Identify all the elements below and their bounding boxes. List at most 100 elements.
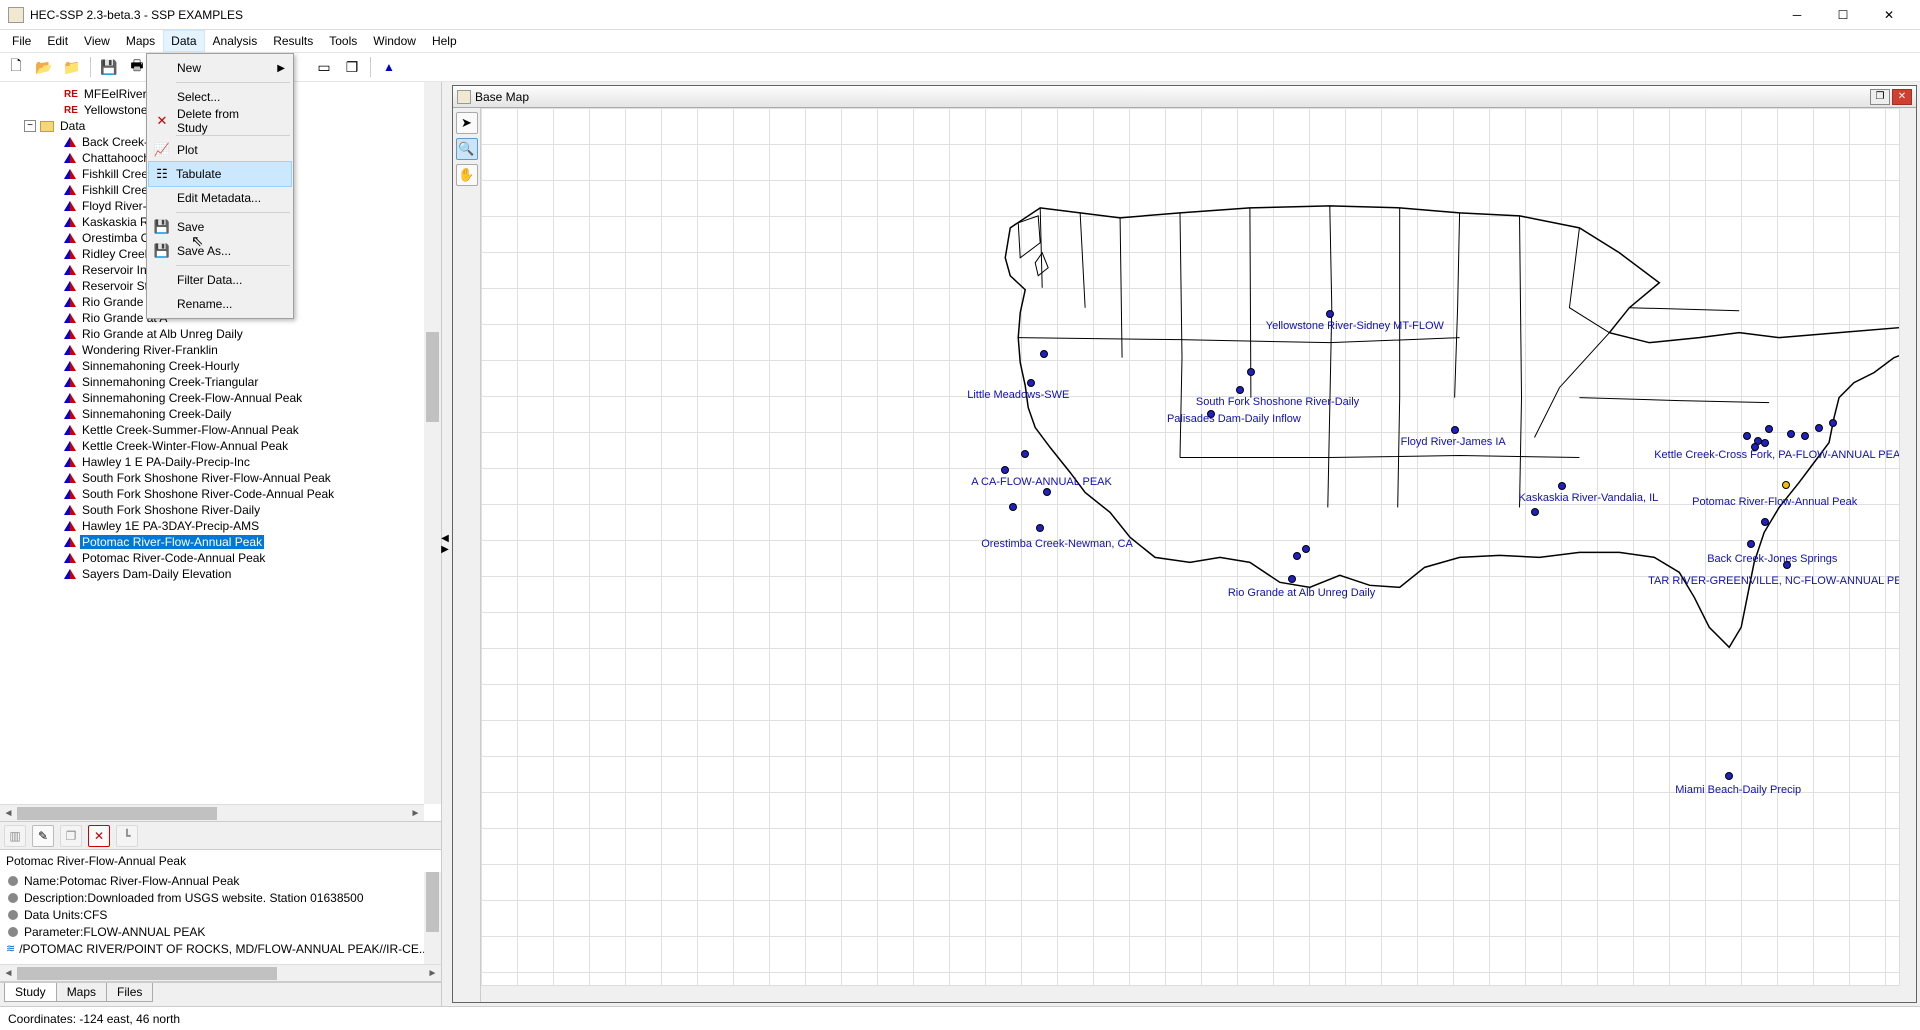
- tree-item[interactable]: Potomac River-Code-Annual Peak: [8, 550, 441, 566]
- tab-files[interactable]: Files: [106, 983, 153, 1002]
- tree-item[interactable]: Hawley 1 E PA-Daily-Precip-Inc: [8, 454, 441, 470]
- map-station[interactable]: [1009, 503, 1017, 511]
- map-station[interactable]: A CA-FLOW-ANNUAL PEAK: [1001, 466, 1009, 474]
- menu-plot[interactable]: 📈Plot: [149, 138, 291, 162]
- map-station[interactable]: [1302, 545, 1310, 553]
- props-tree-button[interactable]: ┗: [116, 825, 138, 847]
- map-station[interactable]: [1761, 518, 1769, 526]
- menu-view[interactable]: View: [76, 30, 118, 52]
- menu-delete[interactable]: ✕Delete from Study: [149, 109, 291, 133]
- tree-item[interactable]: Sinnemahoning Creek-Flow-Annual Peak: [8, 390, 441, 406]
- tree-item[interactable]: Hawley 1E PA-3DAY-Precip-AMS: [8, 518, 441, 534]
- map-station[interactable]: Little Meadows-SWE: [1027, 379, 1035, 387]
- tree-item[interactable]: South Fork Shoshone River-Daily: [8, 502, 441, 518]
- tree-item[interactable]: Sinnemahoning Creek-Hourly: [8, 358, 441, 374]
- map-station[interactable]: Orestimba Creek-Newman, CA: [1036, 524, 1044, 532]
- open-study-button[interactable]: 📂: [32, 55, 56, 79]
- map-station[interactable]: Palisades Dam-Daily Inflow: [1207, 410, 1215, 418]
- tree-item[interactable]: Kettle Creek-Summer-Flow-Annual Peak: [8, 422, 441, 438]
- cascade-button[interactable]: ❐: [340, 55, 364, 79]
- menu-maps[interactable]: Maps: [118, 30, 163, 52]
- map-restore-button[interactable]: ❐: [1870, 89, 1890, 105]
- tab-study[interactable]: Study: [4, 983, 57, 1002]
- props-horizontal-scrollbar[interactable]: ◄►: [0, 964, 441, 981]
- map-station[interactable]: South Fork Shoshone River-Daily: [1236, 386, 1244, 394]
- map-station[interactable]: [1801, 432, 1809, 440]
- prop-row[interactable]: Parameter:FLOW-ANNUAL PEAK: [4, 923, 437, 940]
- menu-filter-data[interactable]: Filter Data...: [149, 268, 291, 292]
- menu-edit-metadata[interactable]: Edit Metadata...: [149, 186, 291, 210]
- tree-item[interactable]: Sinnemahoning Creek-Triangular: [8, 374, 441, 390]
- prop-row[interactable]: Description:Downloaded from USGS website…: [4, 889, 437, 906]
- props-edit-button[interactable]: ✎: [32, 825, 54, 847]
- tree-item[interactable]: Kettle Creek-Winter-Flow-Annual Peak: [8, 438, 441, 454]
- map-station[interactable]: Yellowstone River-Sidney MT-FLOW: [1326, 310, 1334, 318]
- map-station[interactable]: Floyd River-James IA: [1451, 426, 1459, 434]
- map-horizontal-scrollbar[interactable]: [481, 985, 1899, 1002]
- tree-item[interactable]: Wondering River-Franklin: [8, 342, 441, 358]
- map-canvas[interactable]: Yellowstone River-Sidney MT-FLOW Little M…: [481, 108, 1899, 985]
- zoom-tool-button[interactable]: 🔍: [456, 138, 478, 160]
- props-collapse-button[interactable]: ▥: [4, 825, 26, 847]
- map-station[interactable]: [1787, 430, 1795, 438]
- menu-tabulate[interactable]: ☷Tabulate: [148, 161, 292, 187]
- tab-maps[interactable]: Maps: [56, 983, 107, 1002]
- prop-row-dss[interactable]: ≋/POTOMAC RIVER/POINT OF ROCKS, MD/FLOW-…: [4, 940, 437, 957]
- menu-results[interactable]: Results: [265, 30, 321, 52]
- new-study-button[interactable]: 🗋: [4, 55, 28, 79]
- window-button[interactable]: ▭: [312, 55, 336, 79]
- close-button[interactable]: ✕: [1866, 0, 1912, 30]
- map-station[interactable]: [1043, 488, 1051, 496]
- props-vertical-scrollbar[interactable]: [424, 872, 441, 964]
- prop-row[interactable]: Data Units:CFS: [4, 906, 437, 923]
- menu-window[interactable]: Window: [365, 30, 424, 52]
- map-station[interactable]: Rio Grande at Alb Unreg Daily: [1288, 575, 1296, 583]
- tree-item[interactable]: Sayers Dam-Daily Elevation: [8, 566, 441, 582]
- minimize-button[interactable]: ─: [1774, 0, 1820, 30]
- props-copy-button[interactable]: ❐: [60, 825, 82, 847]
- map-station[interactable]: [1765, 425, 1773, 433]
- map-station[interactable]: [1531, 508, 1539, 516]
- map-station[interactable]: [1751, 443, 1759, 451]
- menu-save-as[interactable]: 💾Save As...: [149, 239, 291, 263]
- map-station[interactable]: [1247, 368, 1255, 376]
- map-title-bar[interactable]: Base Map ❐ ✕: [453, 86, 1916, 108]
- map-station[interactable]: Kaskaskia River-Vandalia, IL: [1558, 482, 1566, 490]
- map-station[interactable]: [1829, 419, 1837, 427]
- close-study-button[interactable]: 📁: [60, 55, 84, 79]
- tree-item[interactable]: Rio Grande at Alb Unreg Daily: [8, 326, 441, 342]
- tree-item[interactable]: South Fork Shoshone River-Code-Annual Pe…: [8, 486, 441, 502]
- tree-item[interactable]: Potomac River-Flow-Annual Peak: [8, 534, 441, 550]
- map-station[interactable]: [1761, 439, 1769, 447]
- map-station[interactable]: [1040, 350, 1048, 358]
- tree-vertical-scrollbar[interactable]: [424, 82, 441, 804]
- menu-help[interactable]: Help: [424, 30, 465, 52]
- plot-button[interactable]: ▲: [377, 55, 401, 79]
- map-station[interactable]: [1293, 552, 1301, 560]
- menu-analysis[interactable]: Analysis: [205, 30, 266, 52]
- menu-new[interactable]: New▶: [149, 56, 291, 80]
- menu-tools[interactable]: Tools: [321, 30, 365, 52]
- map-station[interactable]: [1815, 424, 1823, 432]
- map-station[interactable]: Miami Beach-Daily Precip: [1725, 772, 1733, 780]
- map-station[interactable]: TAR RIVER-GREENVILLE, NC-FLOW-ANNUAL PEA…: [1783, 561, 1791, 569]
- menu-save[interactable]: 💾Save: [149, 215, 291, 239]
- menu-file[interactable]: File: [4, 30, 39, 52]
- props-delete-button[interactable]: ✕: [88, 825, 110, 847]
- collapse-icon[interactable]: −: [24, 120, 36, 132]
- pointer-tool-button[interactable]: ➤: [456, 112, 478, 134]
- tree-item[interactable]: South Fork Shoshone River-Flow-Annual Pe…: [8, 470, 441, 486]
- prop-row[interactable]: Name:Potomac River-Flow-Annual Peak: [4, 872, 437, 889]
- pan-tool-button[interactable]: ✋: [456, 164, 478, 186]
- map-station[interactable]: Potomac River-Flow-Annual Peak: [1782, 481, 1790, 489]
- map-station[interactable]: Back Creek-Jones Springs: [1747, 540, 1755, 548]
- map-close-button[interactable]: ✕: [1892, 89, 1912, 105]
- tree-horizontal-scrollbar[interactable]: ◄►: [0, 804, 424, 821]
- map-station[interactable]: [1743, 432, 1751, 440]
- tree-item[interactable]: Sinnemahoning Creek-Daily: [8, 406, 441, 422]
- menu-rename[interactable]: Rename...: [149, 292, 291, 316]
- maximize-button[interactable]: ☐: [1820, 0, 1866, 30]
- save-button[interactable]: 💾: [97, 55, 121, 79]
- map-station[interactable]: [1021, 450, 1029, 458]
- map-vertical-scrollbar[interactable]: [1899, 108, 1916, 985]
